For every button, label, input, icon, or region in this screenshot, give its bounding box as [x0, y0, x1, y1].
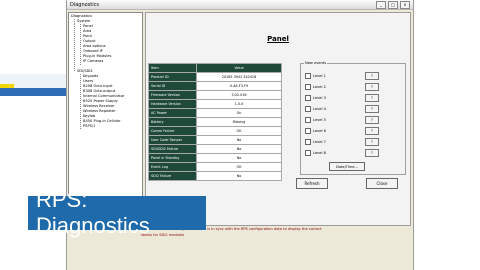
row-value: Missing: [196, 117, 282, 127]
event-level-row: Level 3: [305, 94, 343, 101]
level-label: Level 3: [313, 95, 326, 100]
level-query-button[interactable]: ?: [365, 116, 379, 124]
row-value: No: [196, 135, 282, 145]
table-row: Comm Failure OK: [148, 126, 282, 136]
table-row: SDI2 Failure No: [148, 171, 282, 181]
table-row: Serial ID 0.A4.F3.F9: [148, 81, 282, 91]
new-events-legend: New events: [304, 61, 328, 65]
level-checkbox[interactable]: [305, 94, 311, 101]
window-controls: _ □ x: [376, 0, 413, 9]
row-key: SDI2 Failure: [148, 171, 197, 181]
level-checkbox[interactable]: [305, 138, 311, 145]
level-checkbox[interactable]: [305, 105, 311, 112]
row-value: OK: [196, 162, 282, 172]
tree-connector: [80, 74, 81, 129]
row-value: OK: [196, 126, 282, 136]
level-query-button[interactable]: ?: [365, 94, 379, 102]
table-header-row: Item Value: [148, 63, 282, 73]
event-level-row: Level 1: [305, 72, 343, 79]
row-value: 3.02.016: [196, 90, 282, 100]
row-value: 1.0.0: [196, 99, 282, 109]
level-label: Level 7: [313, 139, 326, 144]
level-query-button[interactable]: ?: [365, 72, 379, 80]
column-header-item: Item: [148, 63, 197, 73]
event-level-row: Level 4: [305, 105, 343, 112]
event-level-row: Level 5: [305, 116, 343, 123]
level-checkbox[interactable]: [305, 127, 311, 134]
row-key: Firmware Version: [148, 90, 197, 100]
row-value: 0.A4.F3.F9: [196, 81, 282, 91]
level-query-button[interactable]: ?: [365, 138, 379, 146]
row-key: Comm Failure: [148, 126, 197, 136]
level-query-button[interactable]: ?: [365, 127, 379, 135]
row-key: User Code Tamper: [148, 135, 197, 145]
event-level-row: Level 2: [305, 83, 343, 90]
level-query-button[interactable]: ?: [365, 149, 379, 157]
level-checkbox[interactable]: [305, 72, 311, 79]
event-level-row: Level 7: [305, 138, 343, 145]
row-key: AC Power: [148, 108, 197, 118]
row-key: Hardware Version: [148, 99, 197, 109]
tree-connector: [80, 24, 81, 65]
row-value: 20185 3942 342416: [196, 72, 282, 82]
refresh-button[interactable]: Refresh: [296, 178, 328, 189]
row-value: No: [196, 171, 282, 181]
maximize-button[interactable]: □: [388, 0, 398, 9]
table-row: SDI/SDI2 Failure No: [148, 144, 282, 154]
level-label: Level 1: [313, 73, 326, 78]
row-key: Panel in Standby: [148, 153, 197, 163]
level-checkbox[interactable]: [305, 83, 311, 90]
navigation-tree[interactable]: Diagnostics System SDI/SDI2 Panel Area Poi…: [68, 12, 143, 214]
level-query-button[interactable]: ?: [365, 105, 379, 113]
tree-item-sdi-child[interactable]: PSPS/1: [83, 124, 95, 129]
new-events-group: New events Level 1? Level 2? Level 3? Level…: [300, 61, 406, 175]
level-label: Level 8: [313, 150, 326, 155]
background-blue-strip: [0, 88, 66, 96]
video-caption: RPS: Diagnostics: [28, 187, 206, 238]
table-row: User Code Tamper No: [148, 135, 282, 145]
row-value: On: [196, 108, 282, 118]
title-bar[interactable]: Diagnostics _ □ x: [67, 0, 413, 10]
row-key: Serial ID: [148, 81, 197, 91]
row-key: Event Log: [148, 162, 197, 172]
row-key: Battery: [148, 117, 197, 127]
row-key: SDI/SDI2 Failure: [148, 144, 197, 154]
close-button[interactable]: Close: [366, 178, 398, 189]
row-value: No: [196, 153, 282, 163]
table-row: Event Log OK: [148, 162, 282, 172]
tree-connector: [74, 24, 75, 71]
level-label: Level 2: [313, 84, 326, 89]
table-row: Firmware Version 3.02.016: [148, 90, 282, 100]
level-label: Level 5: [313, 117, 326, 122]
tree-item-system-child[interactable]: IP Cameras: [83, 59, 103, 64]
row-key: Product ID: [148, 72, 197, 82]
level-checkbox[interactable]: [305, 116, 311, 123]
level-query-button[interactable]: ?: [365, 83, 379, 91]
minimize-button[interactable]: _: [376, 0, 386, 9]
table-row: Panel in Standby No: [148, 153, 282, 163]
table-row: AC Power On: [148, 108, 282, 118]
row-value: No: [196, 144, 282, 154]
table-row: Hardware Version 1.0.0: [148, 99, 282, 109]
level-checkbox[interactable]: [305, 149, 311, 156]
level-label: Level 6: [313, 128, 326, 133]
column-header-value: Value: [196, 63, 282, 73]
level-label: Level 4: [313, 106, 326, 111]
panel-info-table: Item Value Product ID 20185 3942 342416 Se…: [148, 63, 282, 181]
window-title: Diagnostics: [70, 1, 100, 8]
date-time-button[interactable]: Date/Time...: [329, 162, 365, 171]
table-row: Battery Missing: [148, 117, 282, 127]
event-level-row: Level 8: [305, 149, 343, 156]
event-level-row: Level 6: [305, 127, 343, 134]
caption-text: RPS: Diagnostics: [36, 187, 150, 238]
close-window-button[interactable]: x: [400, 0, 410, 9]
page-title: Panel: [267, 35, 289, 43]
table-row: Product ID 20185 3942 342416: [148, 72, 282, 82]
